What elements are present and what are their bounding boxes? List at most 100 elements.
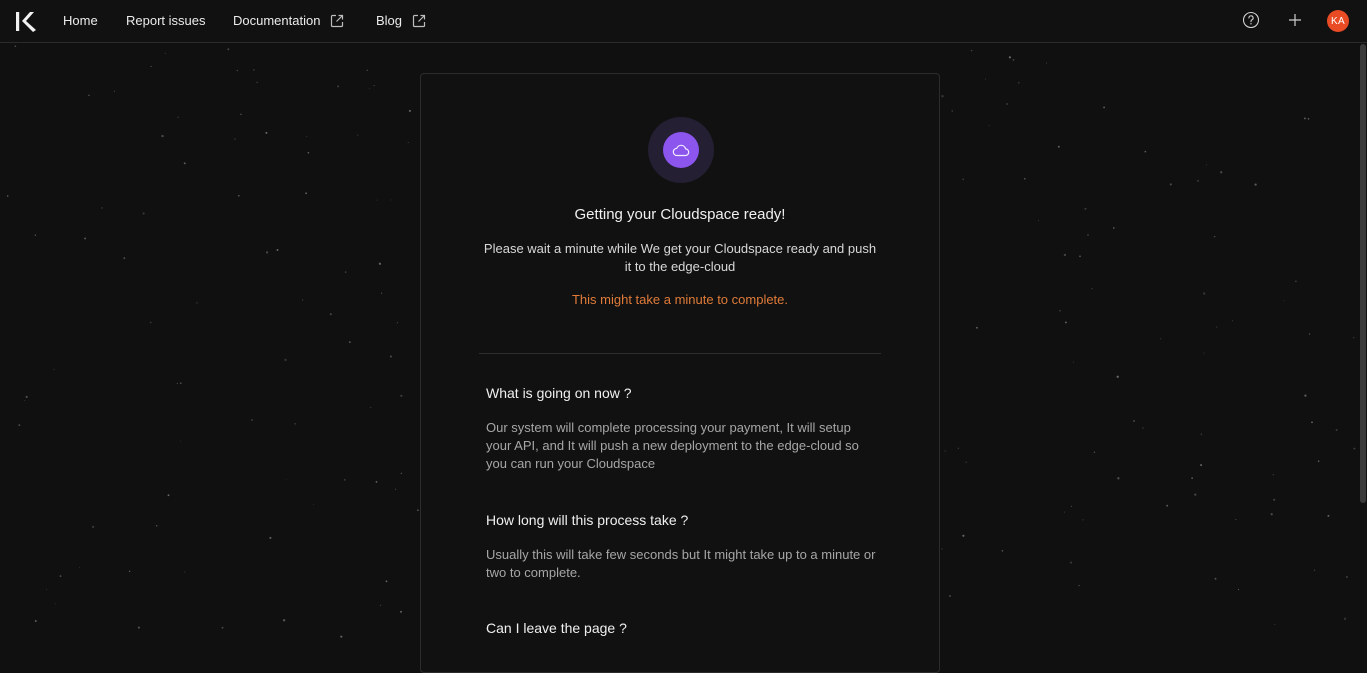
nav-blog-link[interactable]: Blog	[376, 13, 426, 28]
star	[1254, 183, 1257, 186]
star	[1273, 498, 1276, 501]
star	[46, 588, 48, 590]
star	[237, 194, 240, 197]
star	[1191, 477, 1193, 479]
star	[177, 116, 179, 118]
star	[1132, 419, 1136, 423]
star	[137, 626, 140, 629]
star	[1200, 433, 1202, 435]
star	[128, 570, 131, 572]
star	[1070, 561, 1073, 564]
star	[1018, 82, 1020, 84]
external-link-icon	[331, 14, 344, 27]
page-scrollbar[interactable]	[1360, 44, 1366, 503]
star	[1283, 300, 1285, 302]
star	[294, 423, 296, 425]
star	[53, 368, 55, 370]
star	[176, 382, 178, 384]
star	[380, 604, 382, 606]
star	[1232, 320, 1234, 322]
lightning-logo[interactable]	[14, 10, 38, 34]
star	[417, 509, 419, 512]
star	[142, 212, 145, 215]
star	[408, 109, 411, 112]
star	[1353, 337, 1355, 339]
star	[123, 257, 126, 260]
cloud-icon	[672, 144, 690, 157]
star	[390, 199, 392, 201]
star	[1057, 145, 1060, 148]
faq-question: Can I leave the page ?	[486, 620, 627, 636]
star	[1012, 58, 1015, 61]
external-link-icon	[412, 14, 426, 27]
plus-icon[interactable]	[1286, 11, 1304, 29]
star	[307, 151, 310, 154]
star	[84, 237, 86, 240]
star	[59, 575, 62, 578]
star	[1235, 518, 1237, 521]
star	[1159, 338, 1162, 340]
star	[1317, 460, 1320, 463]
star	[265, 131, 268, 134]
star	[975, 326, 978, 329]
help-circle-icon[interactable]	[1242, 11, 1260, 29]
user-avatar[interactable]: KA	[1327, 10, 1349, 32]
avatar-initials: KA	[1331, 15, 1345, 27]
cloudspace-status-card: Getting your Cloudspace ready! Please wa…	[420, 73, 940, 673]
star	[941, 548, 943, 550]
star	[196, 302, 198, 304]
star	[378, 262, 382, 265]
star	[14, 45, 17, 47]
star	[149, 321, 152, 324]
star	[1327, 514, 1330, 517]
nav-documentation-link[interactable]: Documentation	[233, 13, 344, 28]
star	[1213, 235, 1216, 238]
star	[54, 603, 56, 605]
faq-answer: Our system will complete processing your…	[486, 420, 859, 471]
star	[944, 450, 946, 452]
star	[1313, 569, 1316, 571]
star	[1353, 447, 1356, 450]
star	[1008, 56, 1012, 59]
nav-report-issues-link[interactable]: Report issues	[126, 13, 205, 28]
star	[1087, 234, 1089, 236]
star	[302, 299, 304, 301]
star	[183, 162, 186, 165]
star	[1103, 106, 1106, 109]
cloud-badge	[648, 117, 714, 183]
divider	[479, 353, 881, 354]
star	[1274, 624, 1276, 626]
nav-documentation-label: Documentation	[233, 13, 321, 28]
star	[370, 406, 372, 408]
star	[161, 134, 164, 138]
star	[1001, 550, 1004, 552]
star	[366, 69, 369, 72]
star	[1220, 171, 1223, 174]
star	[1078, 584, 1080, 587]
star	[1059, 309, 1061, 312]
nav-blog-label: Blog	[376, 13, 403, 28]
card-title: Getting your Cloudspace ready!	[574, 206, 786, 223]
star	[184, 571, 186, 573]
star	[400, 610, 402, 613]
star	[962, 534, 965, 537]
star	[1079, 255, 1081, 258]
star	[1169, 183, 1172, 186]
star	[1091, 288, 1093, 290]
star	[180, 440, 182, 442]
star	[25, 395, 28, 398]
star	[1063, 253, 1067, 257]
star	[396, 322, 398, 324]
star	[1214, 577, 1217, 580]
star	[306, 136, 308, 138]
star	[88, 94, 90, 97]
nav-report-issues-label: Report issues	[126, 13, 206, 28]
star	[1272, 474, 1274, 476]
star	[348, 341, 351, 344]
star	[34, 234, 37, 236]
star	[1070, 505, 1073, 508]
nav-home-link[interactable]: Home	[63, 13, 98, 28]
star	[1117, 477, 1120, 480]
star	[79, 566, 80, 568]
star	[1343, 617, 1347, 620]
